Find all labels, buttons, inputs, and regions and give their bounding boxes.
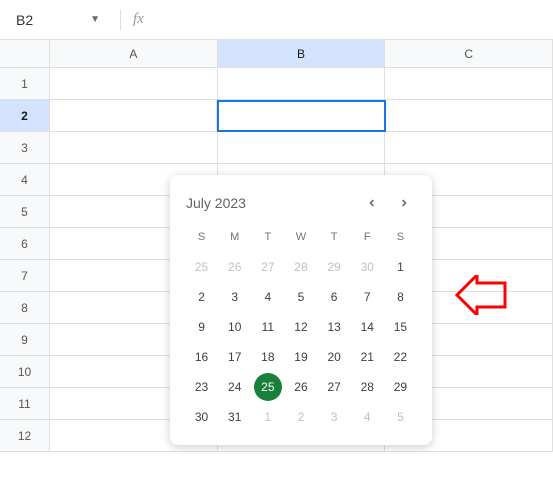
- cell[interactable]: [218, 132, 386, 164]
- row-header[interactable]: 4: [0, 164, 50, 196]
- calendar-day[interactable]: 30: [353, 253, 381, 281]
- cell[interactable]: [385, 68, 553, 100]
- row-header[interactable]: 1: [0, 68, 50, 100]
- cell[interactable]: [50, 68, 218, 100]
- divider: [120, 10, 121, 30]
- row-header[interactable]: 5: [0, 196, 50, 228]
- calendar-day[interactable]: 1: [254, 403, 282, 431]
- date-picker-title[interactable]: July 2023: [186, 195, 246, 211]
- calendar-day[interactable]: 25: [254, 373, 282, 401]
- grid-row: 1: [0, 68, 553, 100]
- calendar-day[interactable]: 25: [188, 253, 216, 281]
- cell[interactable]: [218, 68, 386, 100]
- day-of-week-label: T: [252, 227, 283, 251]
- calendar-day[interactable]: 18: [254, 343, 282, 371]
- calendar-day[interactable]: 26: [221, 253, 249, 281]
- calendar-day[interactable]: 2: [287, 403, 315, 431]
- calendar-day[interactable]: 22: [386, 343, 414, 371]
- calendar-day[interactable]: 29: [320, 253, 348, 281]
- calendar-day[interactable]: 26: [287, 373, 315, 401]
- cell[interactable]: [385, 132, 553, 164]
- grid-row: 2: [0, 100, 553, 132]
- cell[interactable]: [386, 100, 553, 132]
- column-header[interactable]: A: [50, 40, 218, 68]
- calendar-day[interactable]: 6: [320, 283, 348, 311]
- dropdown-icon[interactable]: ▼: [90, 14, 100, 25]
- row-header[interactable]: 8: [0, 292, 50, 324]
- calendar-day[interactable]: 27: [254, 253, 282, 281]
- prev-month-button[interactable]: [360, 191, 384, 215]
- select-all-corner[interactable]: [0, 40, 50, 68]
- name-box[interactable]: B2 ▼: [8, 8, 108, 32]
- date-picker-header: July 2023: [186, 191, 416, 215]
- row-header[interactable]: 7: [0, 260, 50, 292]
- calendar-day[interactable]: 14: [353, 313, 381, 341]
- formula-bar: B2 ▼ fx: [0, 0, 553, 40]
- calendar-day[interactable]: 16: [188, 343, 216, 371]
- calendar-day[interactable]: 10: [221, 313, 249, 341]
- cell[interactable]: [50, 100, 217, 132]
- column-header[interactable]: C: [385, 40, 553, 68]
- calendar-day[interactable]: 9: [188, 313, 216, 341]
- calendar-day[interactable]: 23: [188, 373, 216, 401]
- column-header[interactable]: B: [218, 40, 386, 68]
- row-header[interactable]: 11: [0, 388, 50, 420]
- calendar-day[interactable]: 30: [188, 403, 216, 431]
- calendar-day[interactable]: 4: [353, 403, 381, 431]
- fx-icon: fx: [133, 11, 144, 28]
- row-header[interactable]: 3: [0, 132, 50, 164]
- date-picker: July 2023 SMTWTFS25262728293012345678910…: [170, 175, 432, 445]
- calendar-day[interactable]: 7: [353, 283, 381, 311]
- cell-reference: B2: [16, 12, 33, 28]
- cell[interactable]: [50, 132, 218, 164]
- calendar-day[interactable]: 17: [221, 343, 249, 371]
- next-month-button[interactable]: [392, 191, 416, 215]
- annotation-arrow-icon: [455, 275, 510, 320]
- calendar-day[interactable]: 29: [386, 373, 414, 401]
- calendar-day[interactable]: 5: [386, 403, 414, 431]
- row-header[interactable]: 6: [0, 228, 50, 260]
- day-of-week-label: S: [385, 227, 416, 251]
- calendar-day[interactable]: 28: [353, 373, 381, 401]
- calendar-day[interactable]: 3: [320, 403, 348, 431]
- grid-row: 3: [0, 132, 553, 164]
- row-header[interactable]: 9: [0, 324, 50, 356]
- calendar-day[interactable]: 27: [320, 373, 348, 401]
- calendar-day[interactable]: 28: [287, 253, 315, 281]
- calendar-day[interactable]: 20: [320, 343, 348, 371]
- row-header[interactable]: 10: [0, 356, 50, 388]
- calendar-day[interactable]: 19: [287, 343, 315, 371]
- day-of-week-label: M: [219, 227, 250, 251]
- day-of-week-label: T: [319, 227, 350, 251]
- day-of-week-label: W: [285, 227, 316, 251]
- calendar-day[interactable]: 21: [353, 343, 381, 371]
- calendar-day[interactable]: 8: [386, 283, 414, 311]
- date-picker-grid: SMTWTFS252627282930123456789101112131415…: [186, 227, 416, 431]
- row-header[interactable]: 12: [0, 420, 50, 452]
- cell[interactable]: [217, 100, 387, 132]
- calendar-day[interactable]: 11: [254, 313, 282, 341]
- date-picker-nav: [360, 191, 416, 215]
- calendar-day[interactable]: 31: [221, 403, 249, 431]
- calendar-day[interactable]: 3: [221, 283, 249, 311]
- calendar-day[interactable]: 15: [386, 313, 414, 341]
- calendar-day[interactable]: 12: [287, 313, 315, 341]
- day-of-week-label: S: [186, 227, 217, 251]
- calendar-day[interactable]: 13: [320, 313, 348, 341]
- calendar-day[interactable]: 5: [287, 283, 315, 311]
- calendar-day[interactable]: 1: [386, 253, 414, 281]
- day-of-week-label: F: [352, 227, 383, 251]
- calendar-day[interactable]: 2: [188, 283, 216, 311]
- column-headers: ABC: [0, 40, 553, 68]
- calendar-day[interactable]: 24: [221, 373, 249, 401]
- row-header[interactable]: 2: [0, 100, 50, 132]
- calendar-day[interactable]: 4: [254, 283, 282, 311]
